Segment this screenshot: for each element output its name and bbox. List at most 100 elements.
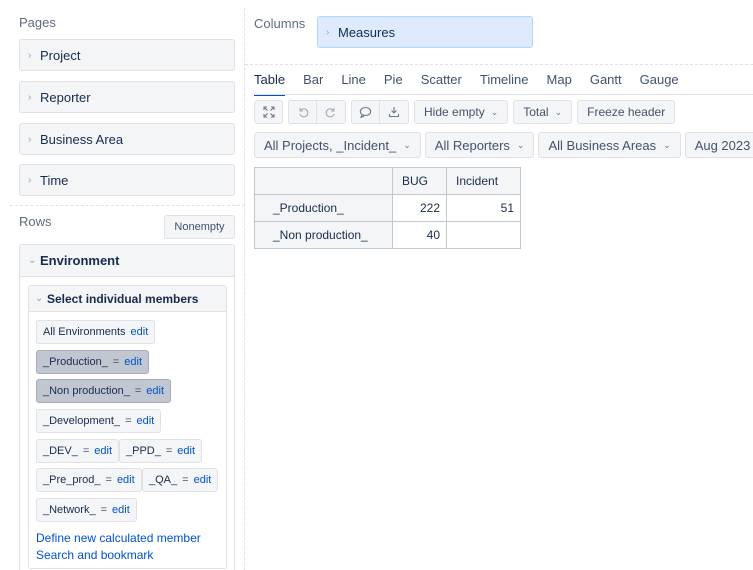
columns-dimension-measures[interactable]: › Measures bbox=[317, 16, 533, 48]
download-icon bbox=[388, 107, 400, 118]
tab-pie[interactable]: Pie bbox=[384, 72, 403, 96]
redo-icon bbox=[325, 108, 335, 118]
export-button[interactable] bbox=[380, 100, 409, 124]
tab-gauge[interactable]: Gauge bbox=[640, 72, 679, 96]
hide-empty-dropdown[interactable]: Hide empty ⌄ bbox=[414, 100, 509, 124]
total-dropdown[interactable]: Total ⌄ bbox=[513, 100, 573, 124]
row-header-production[interactable]: _Production_ bbox=[254, 194, 393, 222]
nonempty-button[interactable]: Nonempty bbox=[164, 215, 235, 239]
tab-timeline[interactable]: Timeline bbox=[480, 72, 529, 96]
member-equals: = bbox=[100, 504, 108, 516]
chevron-down-icon: ⌄ bbox=[490, 106, 499, 117]
member-label: All Environments bbox=[43, 326, 126, 338]
member-chip-network[interactable]: _Network_ = edit bbox=[36, 498, 137, 522]
tab-gantt[interactable]: Gantt bbox=[590, 72, 622, 96]
environment-dimension-header[interactable]: ⌄ Environment bbox=[20, 245, 234, 277]
page-dimension-reporter[interactable]: › Reporter bbox=[19, 81, 235, 113]
member-equals: = bbox=[125, 415, 132, 427]
chevron-right-icon: › bbox=[28, 133, 32, 145]
page-dimension-business-area[interactable]: › Business Area bbox=[19, 123, 235, 155]
reporter-filter[interactable]: All Reporters ⌄ bbox=[424, 132, 535, 158]
page-dimension-label: Project bbox=[40, 47, 81, 63]
table-cell bbox=[446, 221, 521, 249]
freeze-header-button[interactable]: Freeze header bbox=[577, 100, 676, 124]
member-chip-non-production[interactable]: _Non production_ = edit bbox=[36, 379, 172, 403]
page-dimension-label: Time bbox=[40, 172, 69, 188]
member-chip-development[interactable]: _Development_ = edit bbox=[36, 409, 162, 433]
comment-icon bbox=[359, 106, 372, 118]
member-edit-link[interactable]: edit bbox=[131, 326, 149, 338]
member-label: _Non production_ bbox=[43, 385, 130, 397]
search-bookmark-link[interactable]: Search and bookmark bbox=[36, 548, 153, 562]
undo-button[interactable] bbox=[288, 100, 317, 124]
member-edit-link[interactable]: edit bbox=[117, 474, 135, 486]
member-edit-link[interactable]: edit bbox=[194, 474, 212, 486]
chevron-down-icon: ⌄ bbox=[403, 139, 411, 150]
environment-dimension-panel: ⌄ Environment ⌄ Select individual member… bbox=[19, 244, 235, 570]
member-edit-link[interactable]: edit bbox=[177, 445, 195, 457]
chevron-right-icon: › bbox=[28, 91, 32, 103]
column-header-bug[interactable]: BUG bbox=[392, 167, 447, 195]
tabs-underline bbox=[254, 94, 753, 95]
member-equals: = bbox=[182, 474, 189, 486]
row-header-non-production[interactable]: _Non production_ bbox=[254, 221, 393, 249]
column-header-incident[interactable]: Incident bbox=[446, 167, 521, 195]
pages-title: Pages bbox=[19, 15, 56, 30]
project-filter[interactable]: All Projects, _Incident_ ⌄ bbox=[254, 132, 421, 158]
member-label: _Pre_prod_ bbox=[43, 474, 101, 486]
tab-bar[interactable]: Bar bbox=[303, 72, 323, 96]
time-filter-value: Aug 2023 bbox=[694, 137, 751, 153]
redo-button[interactable] bbox=[317, 100, 346, 124]
tab-table[interactable]: Table bbox=[254, 72, 286, 96]
member-chip-production[interactable]: _Production_ = edit bbox=[36, 350, 150, 374]
freeze-header-label: Freeze header bbox=[587, 105, 666, 119]
rows-title: Rows bbox=[19, 214, 52, 229]
comment-button[interactable] bbox=[351, 100, 380, 124]
members-list: All Environments edit _Production_ = edi… bbox=[29, 312, 226, 568]
table-row: _Production_ 222 51 bbox=[254, 194, 521, 222]
member-equals: = bbox=[134, 385, 142, 397]
time-filter[interactable]: Aug 2023 ⌄ bbox=[684, 132, 753, 158]
fullscreen-button[interactable] bbox=[254, 100, 283, 124]
member-chip-ppd[interactable]: _PPD_ = edit bbox=[119, 439, 203, 463]
member-label: _Development_ bbox=[43, 415, 121, 427]
page-dimension-project[interactable]: › Project bbox=[19, 39, 235, 71]
page-dimension-time[interactable]: › Time bbox=[19, 164, 235, 196]
columns-title: Columns bbox=[254, 16, 306, 31]
page-dimension-label: Reporter bbox=[40, 89, 91, 105]
report-table: BUG Incident _Production_ 222 51 _Non pr… bbox=[254, 167, 521, 249]
member-edit-link[interactable]: edit bbox=[112, 504, 130, 516]
table-cell: 40 bbox=[392, 221, 447, 249]
section-divider bbox=[245, 64, 753, 65]
member-chip-dev[interactable]: _DEV_ = edit bbox=[36, 439, 120, 463]
tab-line[interactable]: Line bbox=[341, 72, 366, 96]
member-chip-pre-prod[interactable]: _Pre_prod_ = edit bbox=[36, 468, 142, 492]
member-edit-link[interactable]: edit bbox=[124, 356, 142, 368]
member-chip-all-environments[interactable]: All Environments edit bbox=[36, 320, 156, 344]
chevron-down-icon: ⌄ bbox=[516, 139, 525, 150]
chevron-right-icon: › bbox=[28, 49, 32, 61]
member-label: _DEV_ bbox=[43, 445, 78, 457]
undo-icon bbox=[298, 108, 308, 118]
chevron-down-icon: ⌄ bbox=[28, 255, 37, 266]
member-label: _PPD_ bbox=[126, 445, 161, 457]
member-equals: = bbox=[165, 445, 173, 457]
member-chip-qa[interactable]: _QA_ = edit bbox=[142, 468, 219, 492]
member-edit-link[interactable]: edit bbox=[137, 415, 155, 427]
total-label: Total bbox=[523, 105, 549, 119]
tab-scatter[interactable]: Scatter bbox=[421, 72, 462, 96]
expand-icon bbox=[262, 106, 275, 118]
right-panel: Columns › Measures Table Bar Line Pie Sc… bbox=[245, 8, 753, 570]
table-cell: 51 bbox=[446, 194, 521, 222]
tab-map[interactable]: Map bbox=[547, 72, 572, 96]
project-filter-value: All Projects, _Incident_ bbox=[264, 137, 397, 153]
select-members-header[interactable]: ⌄ Select individual members bbox=[29, 286, 226, 312]
member-edit-link[interactable]: edit bbox=[94, 445, 112, 457]
chevron-down-icon: ⌄ bbox=[35, 293, 44, 304]
business-area-filter[interactable]: All Business Areas ⌄ bbox=[538, 132, 681, 158]
chart-type-tabs: Table Bar Line Pie Scatter Timeline Map … bbox=[254, 72, 697, 96]
member-edit-link[interactable]: edit bbox=[146, 385, 164, 397]
define-calculated-member-link[interactable]: Define new calculated member bbox=[36, 531, 201, 545]
chevron-right-icon: › bbox=[326, 26, 330, 38]
select-members-title: Select individual members bbox=[47, 291, 199, 306]
